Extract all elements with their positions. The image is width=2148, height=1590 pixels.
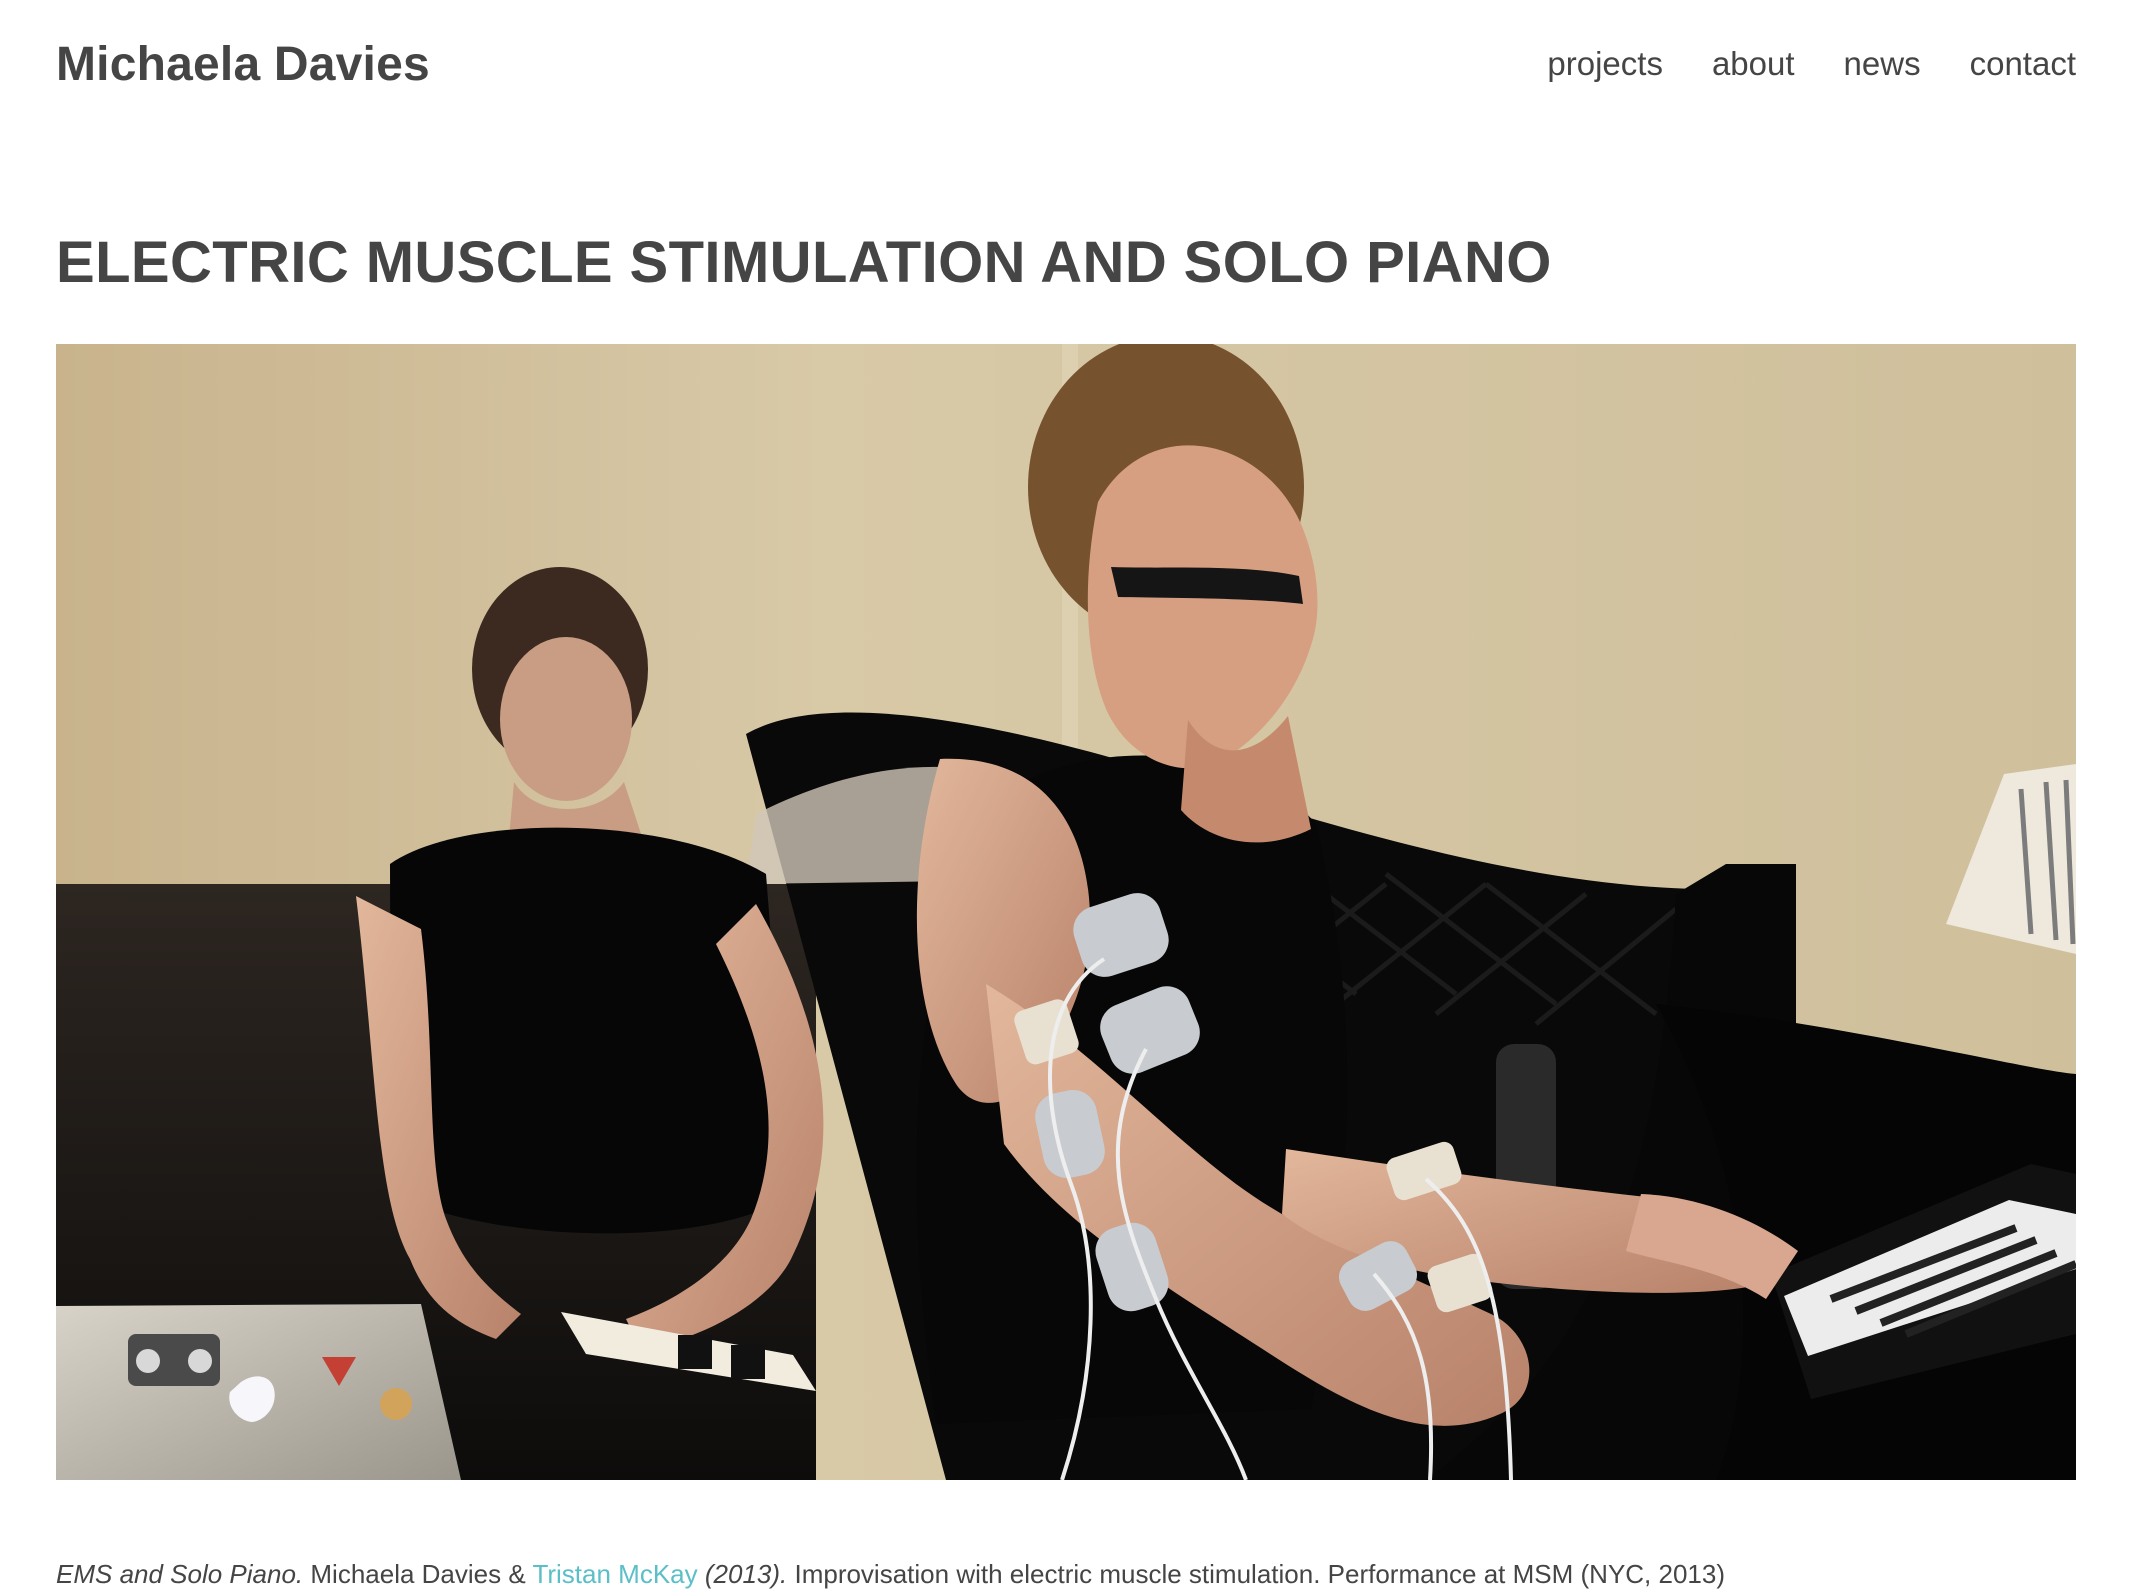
performance-photo-art: [56, 344, 2076, 1480]
caption-description: Improvisation with electric muscle stimu…: [787, 1559, 1726, 1589]
laptop-sticker-circle-1: [136, 1349, 160, 1373]
nav-news-link[interactable]: news: [1844, 45, 1921, 83]
nav-projects-link[interactable]: projects: [1547, 45, 1663, 83]
woman-face: [500, 637, 632, 801]
site-header: Michaela Davies projects about news cont…: [56, 28, 2076, 100]
nav-contact-link[interactable]: contact: [1970, 45, 2076, 83]
caption-artists: Michaela Davies &: [303, 1559, 533, 1589]
site-title-link[interactable]: Michaela Davies: [56, 37, 430, 92]
photo-caption: EMS and Solo Piano. Michaela Davies & Tr…: [56, 1558, 2076, 1590]
laptop-sticker-badge: [380, 1388, 412, 1420]
tristan-mckay-link[interactable]: Tristan McKay: [532, 1559, 697, 1589]
card-black-square-1: [678, 1335, 712, 1369]
card-black-square-2: [731, 1345, 765, 1379]
main-nav: projects about news contact: [1547, 45, 2076, 83]
caption-year: (2013).: [697, 1559, 788, 1589]
laptop-sticker-circle-2: [188, 1349, 212, 1373]
nav-about-link[interactable]: about: [1712, 45, 1795, 83]
page-title: ELECTRIC MUSCLE STIMULATION AND SOLO PIA…: [56, 230, 1552, 295]
woman-black-top: [390, 827, 791, 1234]
caption-work-title: EMS and Solo Piano.: [56, 1559, 304, 1589]
performance-photo: [56, 344, 2076, 1480]
